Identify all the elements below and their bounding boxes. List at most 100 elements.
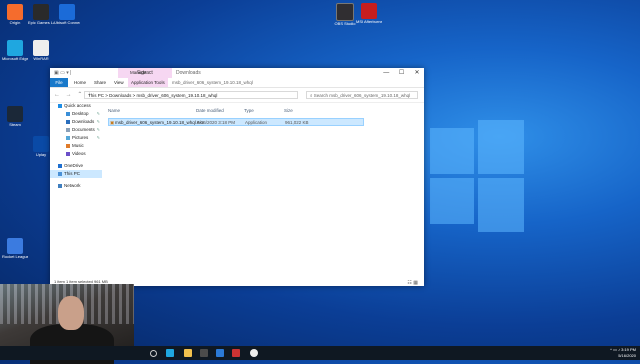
clock-time[interactable]: 3:19 PM [621, 347, 636, 352]
nav-item-label: Desktop [72, 111, 89, 116]
app-icon [33, 136, 49, 152]
search-box[interactable]: ⌕ Search msb_driver_606_system_19.10.18_… [306, 91, 418, 99]
nav-item-label: Music [72, 143, 84, 148]
nav-item-this-pc[interactable]: This PC [50, 170, 102, 178]
column-header-type[interactable]: Type [244, 108, 254, 113]
folder-icon [66, 111, 70, 116]
tray-icons[interactable]: ^ ▭ ♪ [610, 347, 620, 352]
tab-file[interactable]: File [50, 78, 68, 87]
pin-icon[interactable]: ✎ [97, 118, 100, 126]
folder-icon [66, 151, 70, 156]
app-icon [7, 238, 23, 254]
chrome-icon[interactable] [250, 349, 258, 357]
address-row: ← → ⌃ ↑ This PC > Downloads > msb_driver… [50, 88, 424, 103]
store-icon[interactable] [200, 349, 208, 357]
desktop-icon[interactable]: Ubisoft Connect [54, 4, 80, 25]
nav-item-videos[interactable]: Videos [50, 150, 102, 158]
app-icon [59, 4, 75, 20]
nav-item-onedrive[interactable]: OneDrive [50, 162, 102, 170]
pin-icon[interactable]: ✎ [97, 126, 100, 134]
obs-icon [336, 3, 354, 21]
nav-item-music[interactable]: Music [50, 142, 102, 150]
search-taskbar-icon[interactable] [150, 350, 157, 357]
tab-application-tools[interactable]: Application Tools [128, 78, 168, 87]
nav-item-downloads[interactable]: Downloads ✎ [50, 118, 102, 126]
folder-icon [66, 143, 70, 148]
desktop-icon-label: Origin [9, 20, 21, 25]
file-row[interactable]: ▣ msb_driver_606_system_19.10.18_whql.ex… [108, 118, 364, 126]
nav-item-label: OneDrive [64, 163, 84, 168]
nav-item-network[interactable]: Network [50, 182, 102, 190]
desktop-icon-label: OBS Studio [334, 21, 356, 26]
column-header-name[interactable]: Name [108, 108, 120, 113]
column-header-size[interactable]: Size [284, 108, 293, 113]
folder-icon [58, 103, 62, 108]
file-date: 5/16/2020 3:18 PM [197, 120, 236, 125]
pin-icon[interactable]: ✎ [97, 134, 100, 142]
windows-logo-wallpaper [420, 100, 524, 250]
minimize-button[interactable]: — [379, 68, 393, 78]
column-header-date[interactable]: Date modified [196, 108, 224, 113]
tab-view[interactable]: View [114, 78, 124, 87]
app-icon [7, 4, 23, 20]
folder-icon [66, 135, 70, 140]
desktop-icon-label: MSI Afterburner [356, 19, 382, 24]
tab-home[interactable]: Home [74, 78, 86, 87]
nav-item-label: Quick access [64, 103, 91, 108]
file-explorer-taskbar-icon[interactable] [184, 349, 192, 357]
taskbar: ^ ▭ ♪ 3:19 PM 5/16/2020 [0, 346, 640, 360]
folder-icon [66, 127, 70, 132]
nav-item-label: Pictures [72, 135, 89, 140]
desktop-icon[interactable]: Steam [2, 106, 28, 127]
tab-manage[interactable]: Manage [130, 68, 146, 77]
nav-item-label: Documents [72, 127, 95, 132]
nav-item-documents[interactable]: Documents ✎ [50, 126, 102, 134]
desktop-icon[interactable]: Origin [2, 4, 28, 25]
nav-item-label: Network [64, 183, 81, 188]
mail-icon[interactable] [216, 349, 224, 357]
search-placeholder: Search msb_driver_606_system_19.10.18_wh… [313, 93, 411, 98]
desktop-icon[interactable]: Microsoft Edge [2, 40, 28, 61]
desktop-icon[interactable]: WinRAR [28, 40, 54, 61]
nav-item-quick-access[interactable]: Quick access [50, 102, 102, 110]
tab-share[interactable]: Share [94, 78, 106, 87]
desktop-icon-label: Ubisoft Connect [54, 20, 80, 25]
maximize-button[interactable]: ☐ [395, 68, 409, 78]
folder-icon [58, 163, 62, 168]
address-bar[interactable]: This PC > Downloads > msb_driver_606_sys… [84, 91, 298, 99]
file-name: msb_driver_606_system_19.10.18_whql.exe [115, 120, 205, 125]
view-toggle-icon[interactable]: ☷ ▦ [407, 279, 418, 287]
pin-icon[interactable]: ✎ [97, 110, 100, 118]
desktop-icon-label: Epic Games Launcher [28, 20, 54, 25]
ribbon-subtitle: msb_driver_606_system_19.10.18_whql [172, 80, 253, 85]
desktop-icon[interactable]: Rocket League [2, 238, 28, 259]
system-tray[interactable]: ^ ▭ ♪ 3:19 PM 5/16/2020 [610, 347, 636, 359]
folder-icon [66, 119, 70, 124]
file-explorer-window[interactable]: ▣ ▭ ▾ | Extract Downloads — ☐ ✕ File Hom… [50, 68, 424, 286]
desktop-icon-label: WinRAR [33, 56, 49, 61]
nav-item-label: Videos [72, 151, 86, 156]
edge-icon[interactable] [166, 349, 174, 357]
nav-item-label: This PC [64, 171, 81, 176]
close-button[interactable]: ✕ [410, 68, 424, 78]
file-list: Name Date modified Type Size ▣ msb_drive… [106, 102, 424, 278]
clock-date[interactable]: 5/16/2020 [618, 353, 636, 358]
file-type: Application [245, 120, 268, 125]
nav-item-label: Downloads [72, 119, 95, 124]
quick-access-toolbar[interactable]: ▣ ▭ ▾ | [54, 70, 71, 76]
desktop-icon-msi-afterburner[interactable]: MSI Afterburner [356, 3, 382, 24]
title-bar[interactable]: ▣ ▭ ▾ | Extract Downloads — ☐ ✕ [50, 68, 424, 78]
app-icon [7, 40, 23, 56]
desktop-icon-label: Steam [9, 122, 21, 127]
desktop-icon[interactable]: Epic Games Launcher [28, 4, 54, 25]
desktop-icon-obs[interactable]: OBS Studio [332, 3, 358, 26]
nav-item-pictures[interactable]: Pictures ✎ [50, 134, 102, 142]
navigation-pane: Quick access Desktop ✎ Downloads ✎ Documents ✎… [50, 102, 102, 278]
file-size: 961,022 KB [285, 120, 309, 125]
app-icon [33, 4, 49, 20]
app-icon [7, 106, 23, 122]
media-icon[interactable] [232, 349, 240, 357]
app-icon [33, 40, 49, 56]
nav-item-desktop[interactable]: Desktop ✎ [50, 110, 102, 118]
window-title: Downloads [176, 70, 201, 76]
